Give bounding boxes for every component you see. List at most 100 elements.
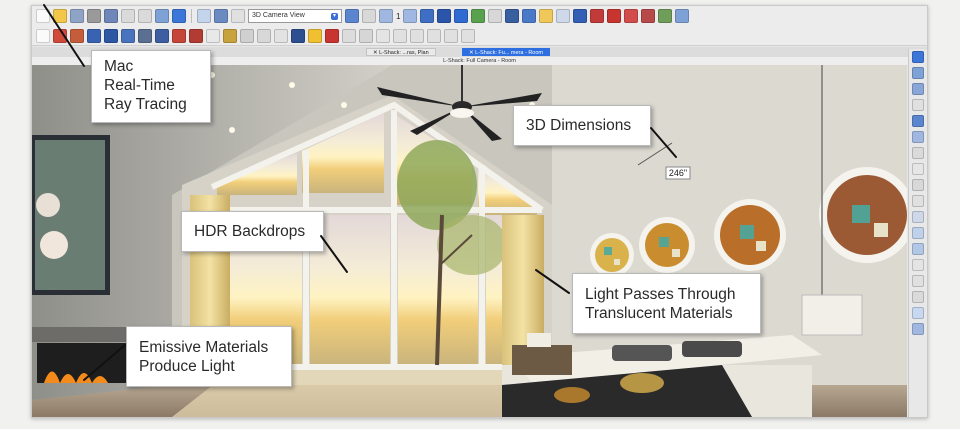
box-icon[interactable] bbox=[291, 28, 305, 43]
desk-phone bbox=[527, 333, 551, 347]
polyline-icon[interactable] bbox=[444, 28, 458, 43]
grid-icon[interactable] bbox=[912, 259, 924, 271]
view-type-value: 3D Camera View bbox=[252, 12, 305, 19]
material-painter-icon[interactable] bbox=[607, 9, 622, 23]
edit-icon[interactable] bbox=[197, 9, 211, 23]
wall-tool-icon[interactable] bbox=[53, 28, 67, 43]
chart-icon[interactable] bbox=[912, 243, 924, 255]
wrench-icon[interactable] bbox=[362, 9, 376, 23]
door-icon[interactable] bbox=[104, 28, 118, 43]
dome-icon[interactable] bbox=[274, 28, 288, 43]
shape-icon[interactable] bbox=[257, 28, 271, 43]
zoom-out-icon[interactable] bbox=[912, 131, 924, 143]
view-icon[interactable] bbox=[231, 9, 245, 23]
view-type-select[interactable]: 3D Camera View ▾ bbox=[248, 9, 342, 23]
callout-line: Light Passes Through bbox=[585, 286, 736, 303]
dimension-tool-icon[interactable] bbox=[912, 307, 924, 319]
callout-line: 3D Dimensions bbox=[526, 117, 632, 134]
camera-icon[interactable] bbox=[437, 9, 452, 23]
open-folder-icon[interactable] bbox=[53, 9, 67, 23]
contrast-icon[interactable] bbox=[912, 179, 924, 191]
library-browser-icon[interactable] bbox=[912, 51, 924, 63]
material-icon[interactable] bbox=[471, 9, 486, 23]
select-arrow-icon[interactable] bbox=[36, 28, 50, 43]
lock-icon[interactable] bbox=[223, 28, 237, 43]
copy-icon[interactable] bbox=[214, 9, 228, 23]
dimension-icon[interactable] bbox=[325, 28, 339, 43]
arc-icon[interactable] bbox=[410, 28, 424, 43]
main-toolbar: 3D Camera View ▾ 1 bbox=[32, 6, 927, 26]
checklist-icon[interactable] bbox=[912, 83, 924, 95]
callout-ray-tracing: Mac Real-Time Ray Tracing bbox=[91, 50, 211, 123]
tab-plan[interactable]: ✕ L-Shack: ...ras, Plan bbox=[366, 48, 436, 56]
eyedropper-icon[interactable] bbox=[573, 9, 588, 23]
pencil-icon[interactable] bbox=[308, 28, 322, 43]
glasses-icon[interactable] bbox=[505, 9, 520, 23]
callout-line: HDR Backdrops bbox=[194, 223, 306, 240]
house-icon[interactable] bbox=[420, 9, 435, 23]
new-file-icon[interactable] bbox=[36, 9, 50, 23]
ruler-icon[interactable] bbox=[912, 195, 924, 207]
properties-icon[interactable] bbox=[155, 9, 169, 23]
circle-icon[interactable] bbox=[427, 28, 441, 43]
measure-icon[interactable] bbox=[912, 211, 924, 223]
magic-wand-icon[interactable] bbox=[556, 9, 571, 23]
rectangle-icon[interactable] bbox=[461, 28, 475, 43]
eraser-icon[interactable] bbox=[624, 9, 639, 23]
angle-icon[interactable] bbox=[912, 227, 924, 239]
chevron-up-double-icon[interactable] bbox=[403, 9, 418, 23]
print-icon[interactable] bbox=[87, 9, 101, 23]
toolbar-separator bbox=[191, 9, 192, 23]
line-icon[interactable] bbox=[393, 28, 407, 43]
tab-camera-room[interactable]: ✕ L-Shack: Fu... mera - Room bbox=[462, 48, 550, 56]
paint-icon[interactable] bbox=[590, 9, 605, 23]
house-tool-icon[interactable] bbox=[189, 28, 203, 43]
callout-line: Emissive Materials bbox=[139, 339, 269, 356]
layers-stack-icon[interactable] bbox=[912, 147, 924, 159]
arch-icon[interactable] bbox=[206, 28, 220, 43]
help-icon[interactable] bbox=[172, 9, 186, 23]
layers-icon[interactable] bbox=[912, 67, 924, 79]
window-icon[interactable] bbox=[675, 9, 690, 23]
camera-side-icon[interactable] bbox=[912, 323, 924, 335]
side-toolbar bbox=[908, 49, 927, 417]
plus-icon[interactable] bbox=[912, 163, 924, 175]
callout-translucent: Light Passes Through Translucent Materia… bbox=[572, 273, 761, 334]
grid-lines-icon[interactable] bbox=[912, 275, 924, 287]
wall-tool-alt-icon[interactable] bbox=[70, 28, 84, 43]
home-view-icon[interactable] bbox=[522, 9, 537, 23]
save-icon[interactable] bbox=[70, 9, 84, 23]
tab-label: L-Shack: Fu... mera - Room bbox=[475, 50, 543, 56]
pendant-lamp bbox=[801, 294, 863, 336]
chevron-down-double-icon[interactable] bbox=[379, 9, 393, 23]
cross-icon[interactable] bbox=[376, 28, 390, 43]
redo-icon[interactable] bbox=[138, 9, 152, 23]
dimension-value: 246" bbox=[669, 168, 687, 178]
cabinet-tool-icon[interactable] bbox=[155, 28, 169, 43]
tools-toolbar bbox=[32, 26, 927, 46]
chevron-down-icon: ▾ bbox=[331, 12, 338, 20]
print-preview-icon[interactable] bbox=[104, 9, 118, 23]
snap-icon[interactable] bbox=[912, 291, 924, 303]
sun-icon[interactable] bbox=[539, 9, 554, 23]
zoom-icon[interactable] bbox=[912, 99, 924, 111]
terrain-icon[interactable] bbox=[240, 28, 254, 43]
cabinet-icon[interactable] bbox=[87, 28, 101, 43]
footprints-icon[interactable] bbox=[488, 9, 503, 23]
floor-number: 1 bbox=[396, 11, 401, 21]
library-icon[interactable] bbox=[641, 9, 656, 23]
callout-line: Real-Time bbox=[104, 77, 175, 94]
callout-line: Produce Light bbox=[139, 358, 235, 375]
render-icon[interactable] bbox=[454, 9, 469, 23]
text-icon[interactable] bbox=[342, 28, 356, 43]
window-tool-icon[interactable] bbox=[121, 28, 135, 43]
image-icon[interactable] bbox=[658, 9, 673, 23]
tab-label: L-Shack: ...ras, Plan bbox=[379, 50, 429, 56]
callout-line: Ray Tracing bbox=[104, 96, 187, 113]
fill-window-icon[interactable] bbox=[912, 115, 924, 127]
stairs-icon[interactable] bbox=[138, 28, 152, 43]
roof-icon[interactable] bbox=[172, 28, 186, 43]
undo-icon[interactable] bbox=[121, 9, 135, 23]
checkbox-toggle-icon[interactable] bbox=[345, 9, 359, 23]
callout-icon[interactable] bbox=[359, 28, 373, 43]
